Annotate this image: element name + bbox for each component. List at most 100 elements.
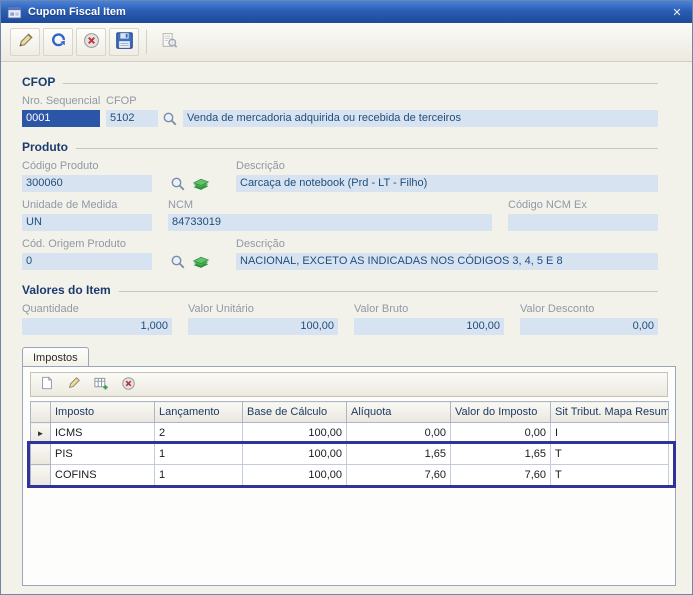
- col-header-aliquota[interactable]: Alíquota: [347, 402, 451, 423]
- col-header-base-calculo[interactable]: Base de Cálculo: [243, 402, 347, 423]
- cfop-descricao-field[interactable]: Venda de mercadoria adquirida ou recebid…: [183, 110, 658, 127]
- cell-lancamento: 1: [155, 444, 243, 465]
- origem-catalog-icon[interactable]: [191, 253, 210, 270]
- col-header-valor-imposto[interactable]: Valor do Imposto: [451, 402, 551, 423]
- col-header-imposto[interactable]: Imposto: [51, 402, 155, 423]
- cell-valor-imposto: 7,60: [451, 465, 551, 486]
- row-selector-icon: ►: [31, 423, 51, 444]
- nro-sequencial-field[interactable]: 0001: [22, 110, 100, 127]
- cell-base-calculo: 100,00: [243, 465, 347, 486]
- ncm-label: NCM: [168, 199, 492, 211]
- cell-lancamento: 1: [155, 465, 243, 486]
- section-divider: [76, 148, 658, 149]
- ncm-field[interactable]: 84733019: [168, 214, 492, 231]
- grid-new-button[interactable]: [36, 375, 58, 395]
- grid-add-row-button[interactable]: [90, 375, 112, 395]
- grid-toolbar: [30, 372, 668, 397]
- codigo-ncm-ex-field[interactable]: [508, 214, 658, 231]
- app-icon: [7, 5, 23, 19]
- origem-descricao-label: Descrição: [236, 238, 658, 250]
- origem-search-icon[interactable]: [168, 253, 187, 270]
- codigo-produto-field[interactable]: 300060: [22, 175, 152, 192]
- cancel-button[interactable]: [76, 28, 106, 56]
- section-produto: Produto Código Produto 300060 Descrição …: [1, 127, 692, 270]
- col-header-sit-tribut[interactable]: Sit Tribut. Mapa Resumo: [551, 402, 669, 423]
- delete-x-icon: [122, 377, 135, 393]
- produto-section-title: Produto: [22, 140, 68, 154]
- quantidade-field[interactable]: 1,000: [22, 318, 172, 335]
- quantidade-label: Quantidade: [22, 303, 172, 315]
- produto-catalog-icon[interactable]: [191, 175, 210, 192]
- impostos-tab-control: Impostos: [22, 347, 676, 586]
- cell-base-calculo: 100,00: [243, 444, 347, 465]
- cell-sit-tribut: T: [551, 444, 669, 465]
- cell-base-calculo: 100,00: [243, 423, 347, 444]
- impostos-grid: Imposto Lançamento Base de Cálculo Alíqu…: [30, 401, 668, 486]
- preview-button: [154, 28, 184, 56]
- blue-arrow-icon: [50, 32, 67, 52]
- save-button[interactable]: [109, 28, 139, 56]
- cod-origem-produto-label: Cód. Origem Produto: [22, 238, 152, 250]
- valor-unitario-field[interactable]: 100,00: [188, 318, 338, 335]
- row-selector-cell: [31, 444, 51, 465]
- magnifier-document-icon: [161, 32, 178, 52]
- cell-sit-tribut: I: [551, 423, 669, 444]
- valor-bruto-field[interactable]: 100,00: [354, 318, 504, 335]
- valor-desconto-label: Valor Desconto: [520, 303, 658, 315]
- row-selector-cell: [31, 465, 51, 486]
- cell-aliquota: 0,00: [347, 423, 451, 444]
- cfop-label: CFOP: [106, 95, 158, 107]
- valores-section-title: Valores do Item: [22, 283, 111, 297]
- codigo-produto-label: Código Produto: [22, 160, 152, 172]
- window-title: Cupom Fiscal Item: [28, 6, 668, 18]
- section-valores: Valores do Item Quantidade 1,000 Valor U…: [1, 270, 692, 335]
- cell-aliquota: 7,60: [347, 465, 451, 486]
- edit-button[interactable]: [10, 28, 40, 56]
- cell-valor-imposto: 1,65: [451, 444, 551, 465]
- cell-imposto: COFINS: [51, 465, 155, 486]
- grid-row-cofins[interactable]: COFINS 1 100,00 7,60 7,60 T: [31, 465, 669, 486]
- cell-sit-tribut: T: [551, 465, 669, 486]
- close-icon[interactable]: ✕: [668, 4, 686, 20]
- cod-origem-produto-field[interactable]: 0: [22, 253, 152, 270]
- col-header-lancamento[interactable]: Lançamento: [155, 402, 243, 423]
- table-add-icon: [93, 376, 109, 394]
- impostos-tab-page: Imposto Lançamento Base de Cálculo Alíqu…: [22, 366, 676, 586]
- cfop-section-title: CFOP: [22, 75, 55, 89]
- refresh-button[interactable]: [43, 28, 73, 56]
- titlebar: Cupom Fiscal Item ✕: [1, 1, 692, 23]
- codigo-ncm-ex-label: Código NCM Ex: [508, 199, 658, 211]
- origem-descricao-field[interactable]: NACIONAL, EXCETO AS INDICADAS NOS CÓDIGO…: [236, 253, 658, 270]
- produto-descricao-field[interactable]: Carcaça de notebook (Prd - LT - Filho): [236, 175, 658, 192]
- tab-impostos[interactable]: Impostos: [22, 347, 89, 367]
- main-toolbar: [1, 23, 692, 62]
- grid-row-pis[interactable]: PIS 1 100,00 1,65 1,65 T: [31, 444, 669, 465]
- section-cfop: CFOP Nro. Sequencial 0001 CFOP 5102 Vend…: [1, 62, 692, 127]
- grid-edit-button[interactable]: [63, 375, 85, 395]
- unidade-medida-field[interactable]: UN: [22, 214, 152, 231]
- unidade-medida-label: Unidade de Medida: [22, 199, 152, 211]
- grid-delete-button[interactable]: [117, 375, 139, 395]
- section-divider: [63, 83, 658, 84]
- cell-valor-imposto: 0,00: [451, 423, 551, 444]
- cell-imposto: PIS: [51, 444, 155, 465]
- produto-search-icon[interactable]: [168, 175, 187, 192]
- cell-lancamento: 2: [155, 423, 243, 444]
- form-body: CFOP Nro. Sequencial 0001 CFOP 5102 Vend…: [1, 62, 692, 594]
- toolbar-separator: [146, 30, 147, 54]
- cancel-circle-icon: [83, 32, 100, 52]
- valor-bruto-label: Valor Bruto: [354, 303, 504, 315]
- section-divider: [119, 291, 658, 292]
- cell-aliquota: 1,65: [347, 444, 451, 465]
- cfop-search-icon[interactable]: [160, 110, 179, 127]
- grid-row-icms[interactable]: ► ICMS 2 100,00 0,00 0,00 I: [31, 423, 669, 444]
- cupom-fiscal-item-window: Cupom Fiscal Item ✕: [0, 0, 693, 595]
- produto-descricao-label: Descrição: [236, 160, 658, 172]
- pencil-icon: [67, 376, 81, 393]
- pencil-icon: [17, 32, 34, 52]
- valor-desconto-field[interactable]: 0,00: [520, 318, 658, 335]
- valor-unitario-label: Valor Unitário: [188, 303, 338, 315]
- new-document-icon: [40, 376, 54, 393]
- cfop-field[interactable]: 5102: [106, 110, 158, 127]
- nro-sequencial-label: Nro. Sequencial: [22, 95, 100, 107]
